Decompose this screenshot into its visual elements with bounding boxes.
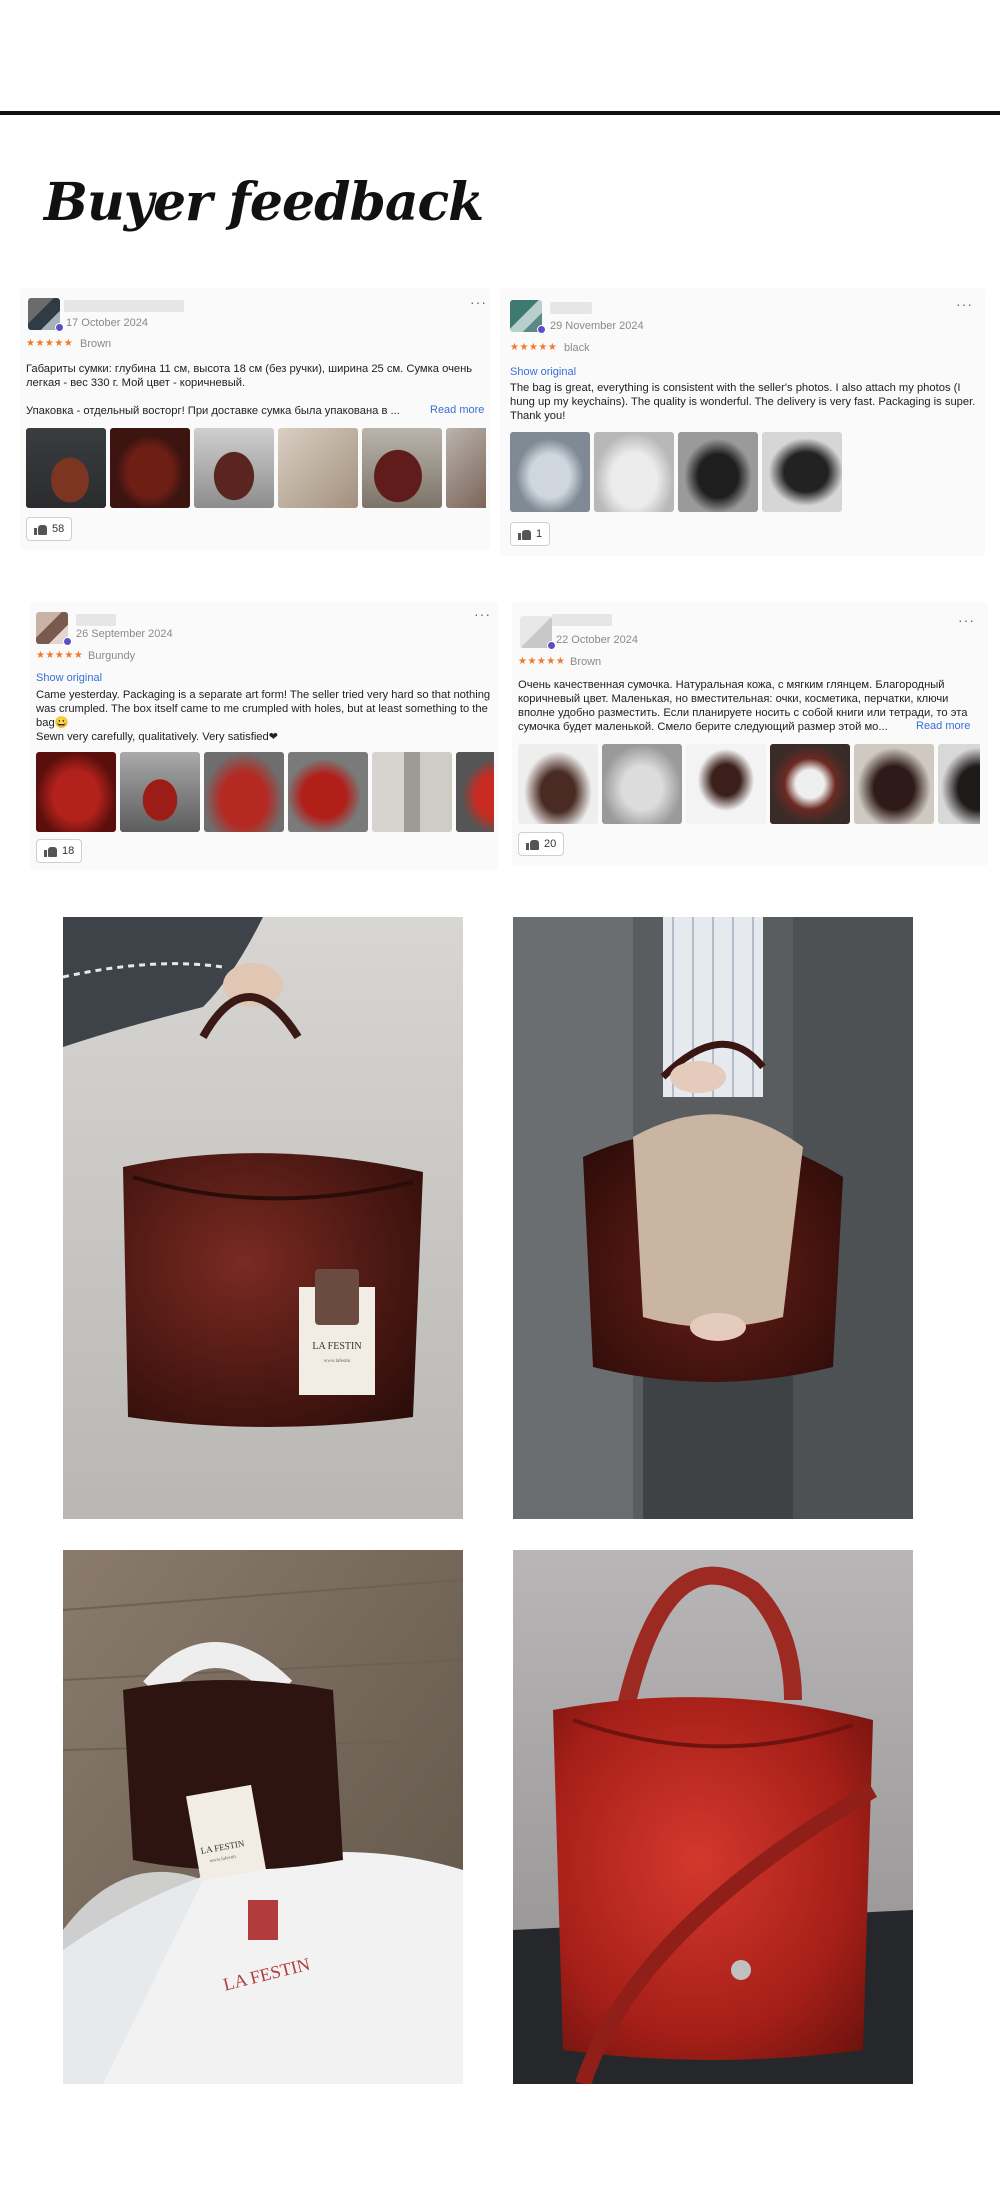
like-count: 20 xyxy=(544,838,557,850)
customer-photo[interactable] xyxy=(513,917,913,1519)
star-rating: ★★★★★ xyxy=(510,342,558,353)
review-photo[interactable] xyxy=(602,744,682,824)
review-card: 29 November 2024 ··· ★★★★★ black Show or… xyxy=(500,288,985,556)
review-photo[interactable] xyxy=(762,432,842,512)
review-photo[interactable] xyxy=(110,428,190,508)
review-photo[interactable] xyxy=(372,752,452,832)
review-photo[interactable] xyxy=(518,744,598,824)
like-count: 1 xyxy=(536,528,543,540)
tag-brand-text: LA FESTIN xyxy=(312,1341,361,1352)
thumbs-up-icon xyxy=(34,523,47,535)
like-button[interactable]: 20 xyxy=(518,832,565,856)
brown-bag-held-illustration: LA FESTIN www.lafestin xyxy=(63,917,463,1519)
review-photo[interactable] xyxy=(456,752,494,832)
review-text: Очень качественная сумочка. Натуральная … xyxy=(518,679,968,733)
review-date: 29 November 2024 xyxy=(550,320,644,332)
review-photo[interactable] xyxy=(288,752,368,832)
star-rating: ★★★★★ xyxy=(518,656,566,667)
reviewer-name-blurred xyxy=(552,614,612,626)
like-count: 58 xyxy=(52,523,65,535)
review-variant: Burgundy xyxy=(88,650,136,662)
review-photo[interactable] xyxy=(510,432,590,512)
reviewer-avatar xyxy=(510,300,546,334)
like-count: 18 xyxy=(62,845,75,857)
more-dots-icon[interactable]: ··· xyxy=(958,612,975,628)
review-photo[interactable] xyxy=(678,432,758,512)
packaged-bag-illustration: LA FESTIN www.lafestin LA FESTIN xyxy=(63,1550,463,2084)
review-photo[interactable] xyxy=(938,744,980,824)
review-date: 17 October 2024 xyxy=(66,317,148,329)
page-title: Buyer feedback xyxy=(44,172,484,233)
like-button[interactable]: 18 xyxy=(36,839,83,863)
read-more-link[interactable]: Read more xyxy=(912,720,971,732)
verified-dot-icon xyxy=(63,637,72,646)
review-photo[interactable] xyxy=(204,752,284,832)
star-rating: ★★★★★ xyxy=(36,650,84,661)
more-dots-icon[interactable]: ··· xyxy=(474,606,491,622)
review-variant: Brown xyxy=(80,338,112,350)
more-dots-icon[interactable]: ··· xyxy=(956,296,973,312)
review-photo[interactable] xyxy=(194,428,274,508)
review-photo[interactable] xyxy=(120,752,200,832)
reviewer-avatar xyxy=(28,298,64,332)
review-photo[interactable] xyxy=(362,428,442,508)
review-photos xyxy=(518,744,980,824)
review-photo[interactable] xyxy=(854,744,934,824)
customer-photo[interactable] xyxy=(513,1550,913,2084)
review-card: 22 October 2024 ··· ★★★★★ Brown Очень ка… xyxy=(512,602,988,866)
review-date: 22 October 2024 xyxy=(556,634,638,646)
review-photo[interactable] xyxy=(446,428,486,508)
review-card: 17 October 2024 ··· ★★★★★ Brown Габариты… xyxy=(20,288,490,550)
star-rating: ★★★★★ xyxy=(26,338,74,349)
review-photo[interactable] xyxy=(594,432,674,512)
thumbs-up-icon xyxy=(44,845,57,857)
thumbs-up-icon xyxy=(518,528,531,540)
review-photo[interactable] xyxy=(26,428,106,508)
thumbs-up-icon xyxy=(526,838,539,850)
customer-photo[interactable]: LA FESTIN www.lafestin xyxy=(63,917,463,1519)
tag-sub-text: www.lafestin xyxy=(324,1359,351,1364)
review-photo[interactable] xyxy=(36,752,116,832)
review-photo[interactable] xyxy=(278,428,358,508)
more-dots-icon[interactable]: ··· xyxy=(470,294,487,310)
reviewer-name-blurred xyxy=(64,300,184,312)
open-bag-illustration xyxy=(513,917,913,1519)
reviewer-avatar xyxy=(520,616,556,650)
review-photo[interactable] xyxy=(686,744,766,824)
reviewer-name-blurred xyxy=(76,614,116,626)
review-photo[interactable] xyxy=(770,744,850,824)
review-text: Габариты сумки: глубина 11 см, высота 18… xyxy=(26,363,473,417)
review-photos xyxy=(26,428,486,508)
review-photos xyxy=(510,432,980,512)
reviewer-avatar xyxy=(36,612,72,646)
review-card: 26 September 2024 ··· ★★★★★ Burgundy Sho… xyxy=(30,602,498,870)
review-variant: Brown xyxy=(570,656,602,668)
like-button[interactable]: 58 xyxy=(26,517,73,541)
verified-dot-icon xyxy=(547,641,556,650)
reviewer-name-blurred xyxy=(550,302,592,314)
review-date: 26 September 2024 xyxy=(76,628,173,640)
review-variant: black xyxy=(564,342,590,354)
show-original-link[interactable]: Show original xyxy=(36,672,102,684)
read-more-link[interactable]: Read more xyxy=(426,404,485,416)
verified-dot-icon xyxy=(537,325,546,334)
customer-photo[interactable]: LA FESTIN www.lafestin LA FESTIN xyxy=(63,1550,463,2084)
show-original-link[interactable]: Show original xyxy=(510,366,576,378)
review-text: Came yesterday. Packaging is a separate … xyxy=(36,689,491,743)
red-bag-illustration xyxy=(513,1550,913,2084)
top-divider xyxy=(0,111,1000,115)
review-photos xyxy=(36,752,494,832)
like-button[interactable]: 1 xyxy=(510,522,551,546)
review-text: The bag is great, everything is consiste… xyxy=(510,382,976,422)
verified-dot-icon xyxy=(55,323,64,332)
